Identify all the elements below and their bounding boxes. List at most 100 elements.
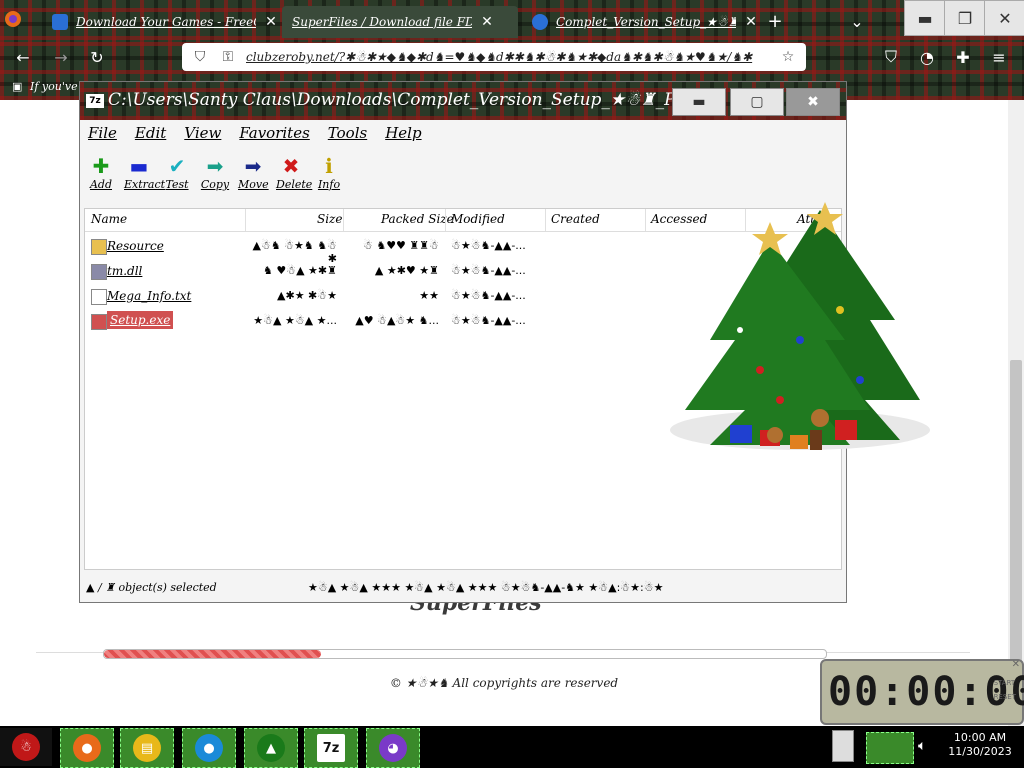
column-created[interactable]: Created: [551, 212, 600, 226]
taskbar-app-button[interactable]: ▲: [244, 728, 298, 768]
file-name: Resource: [107, 239, 164, 253]
folder-icon: [91, 239, 107, 255]
column-divider: [245, 209, 246, 231]
taskbar-app-button[interactable]: 7z: [304, 728, 358, 768]
santa-start-icon: ☃: [12, 733, 40, 761]
toolbar-extract-button[interactable]: ▬ Extract: [124, 154, 165, 200]
sevenzip-icon: 7z: [317, 734, 345, 762]
menu-edit[interactable]: Edit: [135, 124, 166, 148]
table-row[interactable]: Setup.exe ★☃▲ ★☃▲ ★... ▲♥ ☃▲☃★ ♞... ☃★☃♞-▲▲…: [85, 310, 645, 334]
toolbar-info-button[interactable]: ℹ Info: [314, 154, 344, 200]
toolbar-test-button[interactable]: ✔ Test: [162, 154, 192, 200]
close-icon[interactable]: ✕: [480, 14, 494, 30]
menu-favorites[interactable]: Favorites: [239, 124, 309, 148]
chevron-down-icon[interactable]: ⌄: [846, 10, 868, 32]
forward-arrow-icon[interactable]: →: [50, 46, 72, 68]
tray-app-icon[interactable]: [832, 730, 854, 762]
start-label[interactable]: START: [994, 679, 1016, 687]
info-icon: ℹ: [325, 154, 333, 178]
taskbar: ☃ ● ▤ ● ▲ 7z ◕ 🔈︎ 10:00 AM 11/30/2023: [0, 726, 1024, 768]
check-icon: ✔: [168, 154, 186, 178]
browser-nav-bar: ← → ↻ ⛉ ⚿ clubzeroby.net/?✱☃✱★◆♞◆✱d♞=♥♞◆…: [0, 40, 1024, 74]
account-icon[interactable]: ◔: [916, 46, 938, 68]
taskbar-app-button[interactable]: ●: [182, 728, 236, 768]
taskbar-clock[interactable]: 10:00 AM 11/30/2023: [940, 731, 1020, 759]
toolbar: ✚ Add ▬ Extract ✔ Test ➡ Copy ➡ Move ✖ Delete ℹ Info: [86, 154, 344, 200]
file-modified: ☃★☃♞-▲▲-...: [451, 264, 526, 277]
firefox-menu-icon[interactable]: [2, 8, 24, 30]
file-modified: ☃★☃♞-▲▲-...: [451, 239, 526, 252]
window-title: C:\Users\Santy Claus\Downloads\Complet_V…: [108, 90, 708, 110]
tab-label: SuperFiles / Download file FD ★▲◆ ◆: [292, 15, 472, 29]
restore-button[interactable]: ❐: [944, 0, 986, 36]
txt-icon: [91, 289, 107, 305]
tab-superfiles[interactable]: SuperFiles / Download file FD ★▲◆ ◆ ✕: [282, 6, 518, 38]
table-row[interactable]: Resource ▲☃♞ ☃★♞ ♞☃✱ ☃ ♞♥♥ ♜♜☃ ☃★☃♞-▲▲-...: [85, 235, 645, 265]
column-divider: [445, 209, 446, 231]
menu-help[interactable]: Help: [385, 124, 421, 148]
window-close-button[interactable]: ✖: [786, 88, 840, 116]
minus-icon: ▬: [129, 154, 149, 178]
url-bar[interactable]: ⛉ ⚿ clubzeroby.net/?✱☃✱★◆♞◆✱d♞=♥♞◆♞d✱✱♞✱…: [182, 43, 806, 71]
toolbar-copy-button[interactable]: ➡ Copy: [200, 154, 230, 200]
tab-freegames[interactable]: Download Your Games - FreeGames ✕: [42, 6, 278, 38]
window-minimize-button[interactable]: ▬: [672, 88, 726, 116]
browser-tab-bar: Download Your Games - FreeGames ✕ SuperF…: [0, 0, 1024, 40]
file-packed-size: ☃ ♞♥♥ ♜♜☃: [362, 239, 439, 252]
christmas-tree-decoration: [670, 202, 930, 450]
restore-icon: ❐: [957, 8, 973, 28]
menu-icon[interactable]: ≡: [988, 46, 1010, 68]
taskbar-app-button[interactable]: ▤: [120, 728, 174, 768]
toolbar-label: Copy: [200, 178, 230, 191]
stopwatch-widget[interactable]: ✕ 00:00:00 START RESET: [820, 659, 1024, 725]
window-maximize-button[interactable]: ▢: [730, 88, 784, 116]
menu-tools[interactable]: Tools: [328, 124, 367, 148]
reload-icon[interactable]: ↻: [86, 46, 108, 68]
shield-icon[interactable]: ⛉: [190, 49, 210, 65]
table-row[interactable]: Mega_Info.txt ▲✱★ ✱☃★ ★★ ☃★☃♞-▲▲-...: [85, 285, 645, 309]
dll-icon: [91, 264, 107, 280]
bookmark-star-icon[interactable]: ☆: [778, 49, 798, 65]
table-row[interactable]: tm.dll ♞ ♥☃▲ ★✱♜ ▲ ★✱♥ ★♜ ☃★☃♞-▲▲-...: [85, 260, 645, 284]
reset-label[interactable]: RESET: [994, 693, 1016, 701]
column-packed-size[interactable]: Packed Size: [381, 212, 454, 226]
volume-icon[interactable]: 🔈︎: [918, 738, 926, 754]
close-icon[interactable]: ✕: [264, 14, 278, 30]
toolbar-move-button[interactable]: ➡ Move: [238, 154, 269, 200]
pocket-icon[interactable]: ⛉: [880, 46, 902, 68]
tray-network-icon[interactable]: [866, 732, 914, 764]
firefox-icon: ●: [73, 734, 101, 762]
toolbar-add-button[interactable]: ✚ Add: [86, 154, 116, 200]
taskbar-app-button[interactable]: ◕: [366, 728, 420, 768]
page-scrollbar-thumb[interactable]: [1010, 360, 1022, 700]
window-title-bar[interactable]: 7z C:\Users\Santy Claus\Downloads\Comple…: [80, 82, 846, 120]
column-divider: [645, 209, 646, 231]
clock-time: 10:00 AM: [953, 731, 1007, 744]
back-arrow-icon[interactable]: ←: [12, 46, 34, 68]
menu-view[interactable]: View: [184, 124, 221, 148]
lock-icon[interactable]: ⚿: [218, 49, 238, 65]
minimize-button[interactable]: ▬: [904, 0, 946, 36]
extensions-icon[interactable]: ✚: [952, 46, 974, 68]
close-icon: ✕: [998, 8, 1012, 28]
menu-file[interactable]: File: [88, 124, 117, 148]
bonzi-icon: ◕: [379, 734, 407, 762]
url-text[interactable]: clubzeroby.net/?✱☃✱★◆♞◆✱d♞=♥♞◆♞d✱✱♞✱☃✱♞★…: [246, 50, 766, 64]
file-packed-size: ▲ ★✱♥ ★♜: [374, 264, 439, 277]
tab-complet-version[interactable]: Complet_Version_Setup_★☃♜_Pass ✕: [522, 6, 758, 38]
close-button[interactable]: ✕: [984, 0, 1024, 36]
maximize-icon: ▢: [750, 94, 764, 110]
toolbar-delete-button[interactable]: ✖ Delete: [276, 154, 312, 200]
column-modified[interactable]: Modified: [451, 212, 505, 226]
toolbar-label: Add: [89, 178, 113, 191]
close-icon[interactable]: ✕: [744, 14, 758, 30]
new-tab-icon[interactable]: +: [764, 10, 786, 32]
file-packed-size: ▲♥ ☃▲☃★ ♞...: [355, 314, 439, 327]
minimize-icon: ▬: [917, 8, 933, 28]
close-icon: ✖: [807, 94, 819, 110]
taskbar-app-button[interactable]: ●: [60, 728, 114, 768]
column-name[interactable]: Name: [91, 212, 127, 226]
taskbar-app-button[interactable]: ☃: [0, 728, 52, 766]
file-size: ★☃▲ ★☃▲ ★...: [253, 314, 337, 327]
column-size[interactable]: Size: [317, 212, 342, 226]
